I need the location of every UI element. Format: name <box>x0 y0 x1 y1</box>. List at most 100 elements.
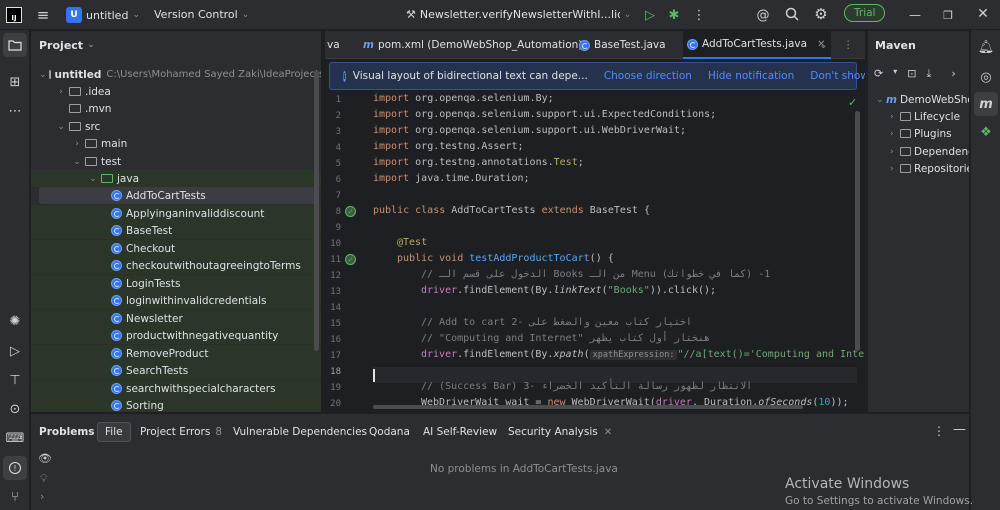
no-issues-check-icon[interactable]: ✓ <box>848 96 857 109</box>
project-folder-icon[interactable] <box>3 33 27 57</box>
tree-item[interactable]: › main <box>31 135 321 152</box>
tree-item[interactable]: Checkout <box>31 240 321 257</box>
run-test-class-icon[interactable]: ✓ <box>345 206 356 217</box>
run-test-method-icon[interactable]: ✓ <box>345 254 356 265</box>
tree-item[interactable]: ⌄ src <box>31 118 321 135</box>
app-logo[interactable]: IJ <box>6 7 22 23</box>
build-hammer-icon[interactable]: ⊤ <box>0 368 30 392</box>
editor-horizontal-scrollbar[interactable] <box>373 405 803 409</box>
maven-tree-item[interactable]: › Plugins <box>890 125 952 142</box>
tree-item[interactable]: searchwithspecialcharacters <box>31 380 321 397</box>
folder-gear-icon <box>900 164 911 173</box>
maven-icon[interactable]: m <box>974 92 998 116</box>
tree-item[interactable]: Applyinganinvaliddiscount <box>31 205 321 222</box>
tree-item[interactable]: BaseTest <box>31 222 321 239</box>
run-icon[interactable]: ▷ <box>641 6 659 24</box>
maven-tree-item[interactable]: › Lifecycle <box>890 108 960 125</box>
tree-item[interactable]: LoginTests <box>31 275 321 292</box>
maven-tree-item[interactable]: ⌄ m DemoWebSho <box>876 91 969 108</box>
chevron-right-icon[interactable]: › <box>951 67 955 81</box>
dont-show-again-link[interactable]: Don't show again <box>810 70 865 82</box>
terminal-icon[interactable]: ⌨ <box>0 426 30 450</box>
restore-icon[interactable]: ❐ <box>939 6 957 24</box>
main-menu-icon[interactable]: ≡ <box>34 6 52 24</box>
editor-tab[interactable]: va <box>325 31 340 59</box>
tab-file[interactable]: File <box>97 422 131 442</box>
tree-item[interactable]: SearchTests <box>31 362 321 379</box>
more-options-icon[interactable]: ⋮ <box>933 424 945 438</box>
reload-icon[interactable]: ⟳ <box>874 67 883 81</box>
ai-assistant-icon[interactable]: @ <box>754 6 772 24</box>
project-panel-header[interactable]: Project ⌄ <box>31 31 321 59</box>
tree-item[interactable]: Newsletter <box>31 310 321 327</box>
tree-item[interactable]: RemoveProduct <box>31 345 321 362</box>
trial-badge[interactable]: Trial <box>844 4 886 22</box>
tab-ai-self-review[interactable]: AI Self-Review <box>423 422 497 442</box>
notifications-bell-icon[interactable]: 🔔︎ <box>971 35 1000 59</box>
choose-direction-link[interactable]: Choose direction <box>604 70 692 82</box>
ai-chat-icon[interactable]: ◎ <box>971 65 1000 89</box>
tree-item[interactable]: › .idea <box>31 83 321 100</box>
maven-item-label: Dependenc <box>914 145 969 158</box>
run-tool-icon[interactable]: ▷ <box>0 339 30 363</box>
editor-tab-active[interactable]: AddToCartTests.java ✕ <box>683 31 832 59</box>
tabs-dropdown-icon[interactable]: ⌄ <box>819 31 828 59</box>
debug-icon[interactable]: ✱ <box>665 6 683 24</box>
line-number: 1 <box>335 95 341 105</box>
tabs-more-icon[interactable]: ⋮ <box>843 31 854 59</box>
eye-icon[interactable]: 👁︎ <box>38 452 52 465</box>
minimize-icon[interactable]: — <box>906 6 924 24</box>
tree-item[interactable]: Sorting <box>31 397 321 412</box>
settings-gear-icon[interactable]: ⚙ <box>812 5 830 23</box>
line-number: 16 <box>330 335 341 345</box>
search-icon[interactable] <box>783 5 801 23</box>
class-icon <box>111 313 122 324</box>
vcs-menu[interactable]: Version Control ⌄ <box>154 8 249 21</box>
tab-qodana[interactable]: Qodana <box>369 422 410 442</box>
structure-icon[interactable]: ⊞ <box>0 70 30 94</box>
tab-security-analysis[interactable]: Security Analysis ✕ <box>508 422 612 442</box>
editor-tab[interactable]: BaseTest.java <box>579 31 666 59</box>
run-config-selector[interactable]: ⚒ Newsletter.verifyNewsletterWithI...lid… <box>406 8 631 21</box>
tree-item[interactable]: productwithnegativequantity <box>31 327 321 344</box>
add-folder-icon[interactable]: ⊡ <box>907 67 916 81</box>
problems-icon[interactable]: ! <box>3 456 27 480</box>
bug-icon[interactable]: ✺ <box>0 309 30 333</box>
project-switcher[interactable]: U untitled ⌄ <box>66 7 140 23</box>
services-icon[interactable]: ⊙ <box>0 397 30 421</box>
info-icon: i <box>343 70 346 82</box>
tree-item[interactable]: .mvn <box>31 100 321 117</box>
project-scrollbar[interactable] <box>314 71 319 351</box>
editor-tab[interactable]: m pom.xml (DemoWebShop_Automation) <box>363 31 582 59</box>
maven-tree-item[interactable]: › Repositorie <box>890 160 969 177</box>
download-icon[interactable]: ⤓ <box>926 67 931 81</box>
hide-notification-link[interactable]: Hide notification <box>708 70 794 82</box>
maven-panel-title: Maven <box>875 38 916 52</box>
tab-project-errors[interactable]: Project Errors 8 <box>140 422 222 442</box>
close-icon[interactable]: ✕ <box>974 5 992 23</box>
class-icon <box>111 295 122 306</box>
chevron-down-icon[interactable]: ▾ <box>893 67 897 81</box>
tab-vulnerable-dependencies[interactable]: Vulnerable Dependencies <box>233 422 367 442</box>
hide-panel-icon[interactable]: — <box>953 422 966 437</box>
lightbulb-icon[interactable]: 💡︎ <box>40 472 48 486</box>
tree-item[interactable]: loginwithinvalidcredentials <box>31 292 321 309</box>
tree-item[interactable]: ⌄ test <box>31 153 321 170</box>
more-tools-icon[interactable]: ⋯ <box>0 99 30 123</box>
tree-item[interactable]: ⌄ java <box>31 170 321 187</box>
editor-vertical-scrollbar[interactable] <box>855 111 860 351</box>
tree-item-label: java <box>117 172 139 185</box>
tree-item-label: untitled <box>54 68 102 81</box>
problems-panel-title[interactable]: Problems <box>39 422 95 442</box>
maven-tree-item[interactable]: › Dependenc <box>890 143 969 160</box>
tree-item-selected[interactable]: AddToCartTests <box>39 187 319 204</box>
chevron-right-icon[interactable]: › <box>40 490 44 503</box>
tree-item-label: checkoutwithoutagreeingtoTerms <box>126 259 301 272</box>
git-branch-icon[interactable]: ⑂ <box>0 485 30 509</box>
tree-item-root[interactable]: ⌄ untitled C:\Users\Mohamed Sayed Zaki\I… <box>31 66 321 83</box>
chevron-down-icon: ⌄ <box>876 94 884 105</box>
close-tab-icon[interactable]: ✕ <box>604 427 612 438</box>
more-actions-icon[interactable]: ⋮ <box>690 6 708 24</box>
tree-item[interactable]: checkoutwithoutagreeingtoTerms <box>31 257 321 274</box>
plugin-icon[interactable]: ❖ <box>971 120 1000 144</box>
